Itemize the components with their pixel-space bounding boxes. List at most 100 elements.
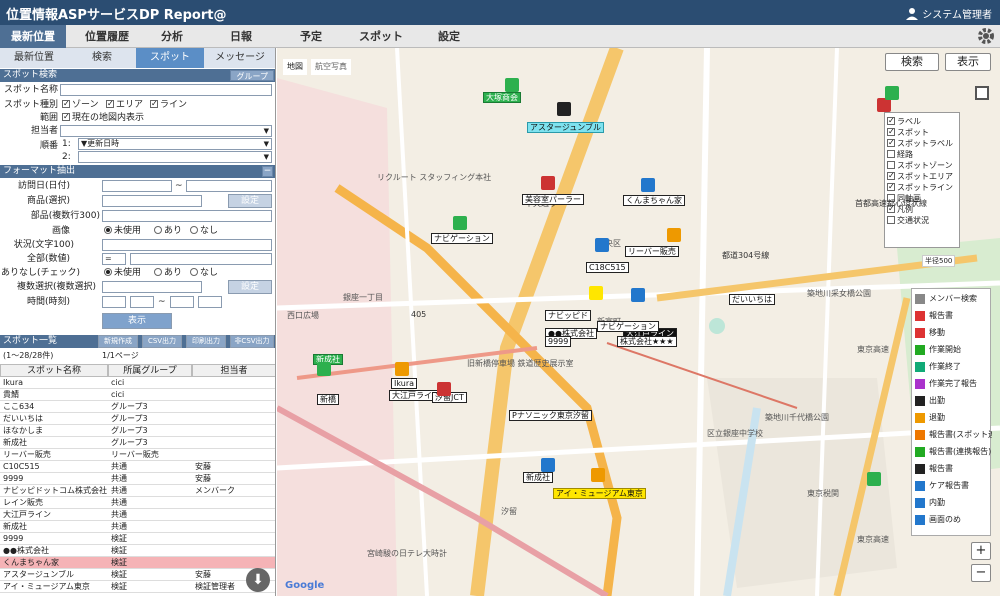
table-row[interactable]: ナビッピドットコム株式会社 共通 メンバーク bbox=[0, 485, 275, 497]
range-checkbox[interactable] bbox=[62, 111, 70, 123]
legend-item[interactable]: メンバー検索 bbox=[912, 291, 992, 307]
map-pin[interactable]: リーバー販売 bbox=[625, 246, 679, 257]
collapse-button[interactable]: − bbox=[262, 166, 273, 177]
show-button[interactable]: 表示 bbox=[102, 313, 172, 329]
all-input[interactable] bbox=[130, 253, 272, 265]
map-pin[interactable]: くんまちゃん家 bbox=[623, 195, 685, 206]
map-marker-icon[interactable] bbox=[631, 288, 645, 302]
time-m2-select[interactable] bbox=[198, 296, 222, 308]
visit-to-input[interactable] bbox=[186, 180, 272, 192]
layer-item[interactable]: 交通状況 bbox=[887, 215, 957, 226]
table-row[interactable]: Ikura cici bbox=[0, 377, 275, 389]
time-h1-select[interactable] bbox=[102, 296, 126, 308]
type-zone[interactable]: ゾーン bbox=[62, 98, 99, 111]
zone-checkbox[interactable] bbox=[62, 98, 70, 110]
noncsv-button[interactable]: 非CSV出力 bbox=[230, 335, 274, 348]
nav-position-history[interactable]: 位置履歴 bbox=[66, 25, 148, 48]
layer-item[interactable]: ラベル bbox=[887, 115, 957, 127]
legend-item[interactable]: 報告書(連携報告) bbox=[912, 444, 992, 460]
table-row[interactable]: アスタージュンブル 検証 安藤 bbox=[0, 569, 275, 581]
legend-item[interactable]: 報告書 bbox=[912, 461, 992, 477]
tab-latest[interactable]: 最新位置 bbox=[0, 48, 68, 68]
col-group[interactable]: 所属グループ bbox=[108, 364, 192, 377]
nav-settings[interactable]: 設定 bbox=[426, 25, 472, 48]
map-marker-icon[interactable] bbox=[437, 382, 451, 396]
legend-item[interactable]: 報告書(スポット連携) bbox=[912, 427, 992, 443]
layer-checkbox[interactable] bbox=[887, 137, 895, 148]
legend-item[interactable]: 作業開始 bbox=[912, 342, 992, 358]
layer-item[interactable]: 経路 bbox=[887, 149, 957, 160]
map-pin[interactable]: ナビゲーション bbox=[597, 321, 659, 332]
table-row[interactable]: リーバー販売 リーバー販売 bbox=[0, 449, 275, 461]
print-button[interactable]: 印刷出力 bbox=[186, 335, 226, 348]
table-row[interactable]: 9999 検証 bbox=[0, 533, 275, 545]
nav-schedule[interactable]: 予定 bbox=[286, 25, 336, 48]
map-marker-icon[interactable] bbox=[877, 98, 891, 112]
nav-analysis[interactable]: 分析 bbox=[148, 25, 196, 48]
order2-select[interactable]: ▼ bbox=[78, 151, 272, 163]
map-marker-icon[interactable] bbox=[453, 216, 467, 230]
owner-select[interactable]: ▼ bbox=[60, 125, 272, 137]
spot-name-input[interactable] bbox=[60, 84, 272, 96]
image-no[interactable]: なし bbox=[190, 225, 218, 237]
map-pin[interactable]: Ikura bbox=[391, 378, 418, 389]
check-unused[interactable]: 未使用 bbox=[104, 267, 141, 279]
type-line[interactable]: ライン bbox=[150, 98, 187, 111]
line-checkbox[interactable] bbox=[150, 98, 158, 110]
legend-item[interactable]: 報告書 bbox=[912, 308, 992, 324]
map-pin[interactable]: 大塚商会 bbox=[483, 92, 521, 103]
order1-select[interactable]: ▼更新日時 ▼ bbox=[78, 138, 272, 150]
map-pin[interactable]: C18C515 bbox=[586, 262, 629, 273]
time-h2-select[interactable] bbox=[170, 296, 194, 308]
scroll-down-icon[interactable]: ⬇ bbox=[246, 568, 270, 592]
map-pin[interactable]: ナビゲーション bbox=[431, 233, 493, 244]
layer-checkbox[interactable] bbox=[887, 115, 895, 126]
legend-item[interactable]: 作業終了 bbox=[912, 359, 992, 375]
map-marker-icon[interactable] bbox=[885, 86, 899, 100]
layer-checkbox[interactable] bbox=[887, 170, 895, 181]
col-spot-name[interactable]: スポット名称 bbox=[0, 364, 108, 377]
multi-settings-button[interactable]: 設定 bbox=[228, 280, 272, 294]
table-row[interactable]: 新成社 グループ3 bbox=[0, 437, 275, 449]
status-input[interactable] bbox=[102, 239, 272, 251]
check-no[interactable]: なし bbox=[190, 267, 218, 279]
map-marker-icon[interactable] bbox=[541, 176, 555, 190]
time-m1-select[interactable] bbox=[130, 296, 154, 308]
table-row[interactable]: ここ634 グループ3 bbox=[0, 401, 275, 413]
image-yes-radio[interactable] bbox=[154, 226, 162, 234]
image-unused[interactable]: 未使用 bbox=[104, 225, 141, 237]
layer-item[interactable]: スポットラベル bbox=[887, 137, 957, 149]
table-row[interactable]: レイン販売 共通 bbox=[0, 497, 275, 509]
check-yes-radio[interactable] bbox=[154, 268, 162, 276]
map-marker-icon[interactable] bbox=[557, 102, 571, 116]
map-pin[interactable]: だいいちは bbox=[729, 294, 775, 305]
parts-input[interactable] bbox=[102, 210, 272, 222]
new-button[interactable]: 新規作成 bbox=[98, 335, 138, 348]
layer-checkbox[interactable] bbox=[887, 216, 895, 224]
map-marker-icon[interactable] bbox=[591, 468, 605, 482]
multi-input[interactable] bbox=[102, 281, 202, 293]
type-area[interactable]: エリア bbox=[106, 98, 143, 111]
zoom-in-button[interactable]: + bbox=[971, 542, 991, 560]
layer-item[interactable]: スポット bbox=[887, 126, 957, 138]
map-marker-icon[interactable] bbox=[595, 238, 609, 252]
map-marker-icon[interactable] bbox=[867, 472, 881, 486]
image-unused-radio[interactable] bbox=[104, 226, 112, 234]
area-checkbox[interactable] bbox=[106, 98, 114, 110]
legend-item[interactable]: 内勤 bbox=[912, 495, 992, 511]
nav-spot[interactable]: スポット bbox=[336, 25, 426, 48]
col-owner[interactable]: 担当者 bbox=[192, 364, 275, 377]
map-marker-icon[interactable] bbox=[541, 458, 555, 472]
tab-spot[interactable]: スポット bbox=[136, 48, 204, 68]
tab-search[interactable]: 検索 bbox=[68, 48, 136, 68]
map-pin[interactable]: 新橋 bbox=[317, 394, 339, 405]
nav-daily-report[interactable]: 日報 bbox=[196, 25, 286, 48]
table-row[interactable]: 貴鯖 cici bbox=[0, 389, 275, 401]
all-op-select[interactable]: = bbox=[102, 253, 126, 265]
user-menu[interactable]: システム管理者 bbox=[906, 6, 992, 21]
map-marker-icon[interactable] bbox=[667, 228, 681, 242]
layer-item[interactable]: スポットライン bbox=[887, 181, 957, 193]
layer-checkbox[interactable] bbox=[887, 181, 895, 192]
map-view[interactable]: 地図 航空写真 検索 表示 ラベルスポットスポットラベル経路スポットゾーンスポッ… bbox=[277, 48, 1000, 596]
map-pin[interactable]: 株式会社★★★ bbox=[617, 336, 677, 347]
